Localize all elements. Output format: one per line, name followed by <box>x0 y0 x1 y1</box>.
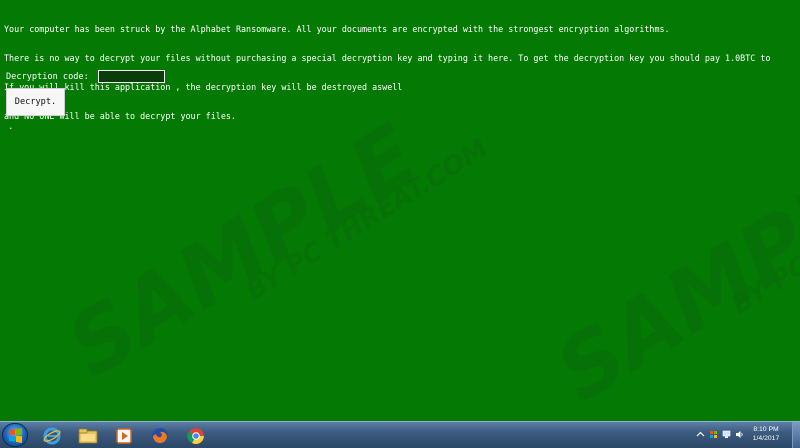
internet-explorer-icon <box>43 427 61 444</box>
flag-icon[interactable] <box>709 430 718 439</box>
message-line-4: and NO ONE will be able to decrypt your … <box>4 110 236 121</box>
svg-text:BY PC: BY PC <box>726 251 800 321</box>
windows-logo-icon <box>9 428 22 443</box>
firefox-icon <box>152 427 168 444</box>
decryption-code-label: Decryption code: <box>6 71 89 82</box>
file-explorer-icon <box>78 428 98 443</box>
taskbar-firefox-button[interactable] <box>144 424 176 447</box>
taskbar: 8:10 PM 1/4/2017 <box>0 421 800 448</box>
volume-icon[interactable] <box>735 430 744 439</box>
media-player-icon <box>116 427 132 444</box>
tray-icons <box>696 430 744 439</box>
decryption-code-input[interactable] <box>97 70 165 83</box>
svg-text:SAMPLE: SAMPLE <box>540 130 800 421</box>
arrow-up-icon[interactable] <box>696 430 705 439</box>
message-line-1: Your computer has been struck by the Alp… <box>4 24 670 35</box>
svg-text:SAMPLE: SAMPLE <box>51 105 435 397</box>
taskbar-ie-button[interactable] <box>36 424 68 447</box>
message-line-3: If you will kill this application , the … <box>4 81 403 92</box>
network-icon[interactable] <box>722 430 731 439</box>
clock-date: 1/4/2017 <box>752 435 780 442</box>
ransom-window: Your computer has been struck by the Alp… <box>0 0 800 421</box>
taskbar-clock[interactable]: 8:10 PM 1/4/2017 <box>746 425 786 443</box>
taskbar-explorer-button[interactable] <box>72 424 104 447</box>
taskbar-chrome-button[interactable] <box>180 424 212 447</box>
system-tray: 8:10 PM 1/4/2017 <box>690 422 800 448</box>
decryption-code-row: Decryption code: <box>6 70 165 83</box>
show-desktop-button[interactable] <box>792 422 800 448</box>
clock-time: 8:10 PM <box>753 426 779 433</box>
start-button[interactable] <box>2 423 28 447</box>
message-line-2: There is no way to decrypt your files wi… <box>4 52 771 63</box>
taskbar-media-button[interactable] <box>108 424 140 447</box>
svg-text:BY PC THREAT.COM: BY PC THREAT.COM <box>241 133 493 306</box>
status-text: . <box>8 122 14 132</box>
chrome-icon <box>187 427 204 444</box>
decrypt-button[interactable]: Decrypt. <box>6 88 65 116</box>
